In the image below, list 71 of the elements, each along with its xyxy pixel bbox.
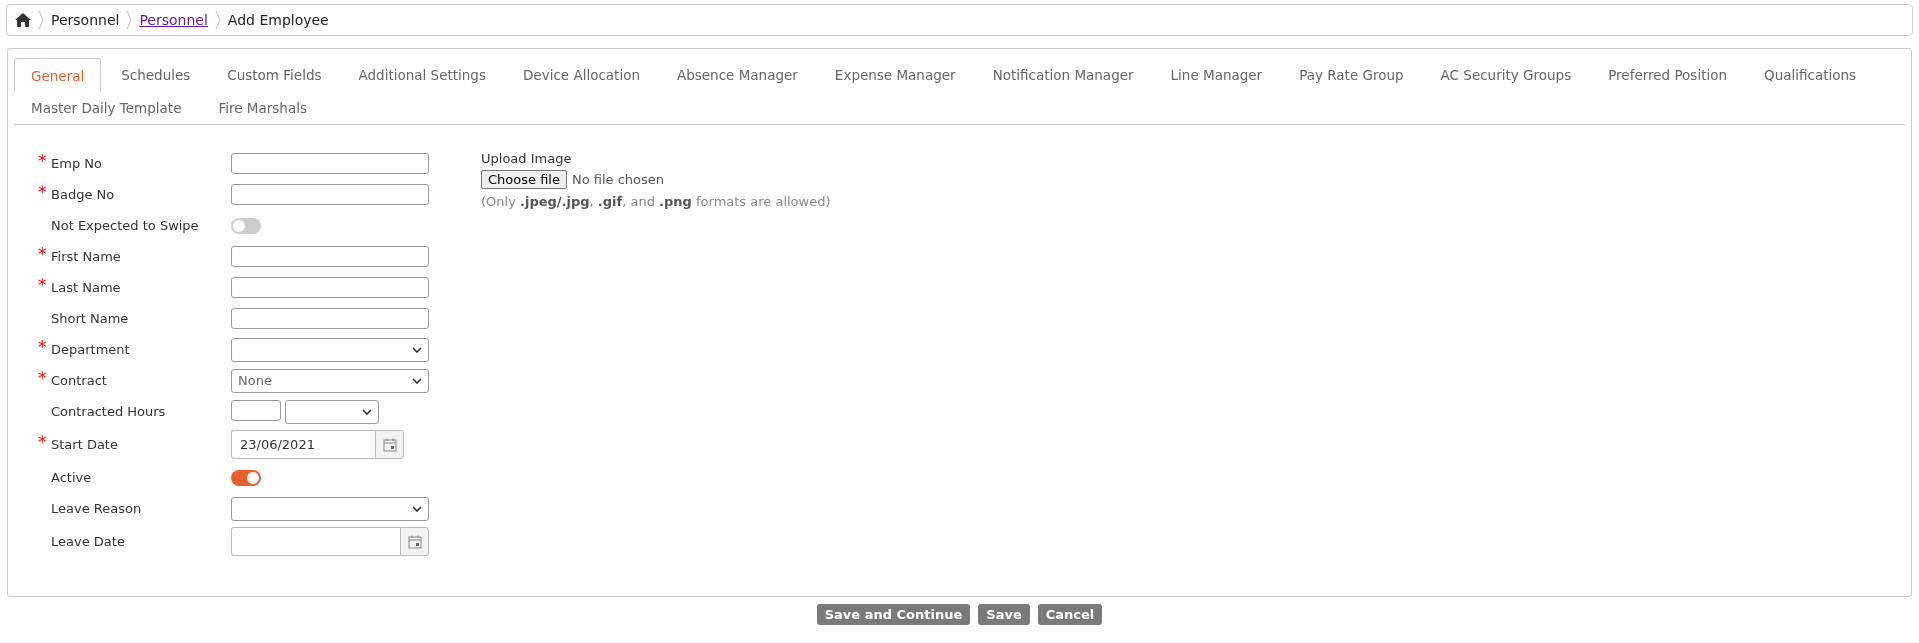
tab[interactable]: Absence Manager: [659, 58, 815, 91]
upload-label: Upload Image: [481, 151, 573, 166]
chevron-down-icon: [362, 408, 372, 415]
tab[interactable]: Custom Fields: [210, 58, 339, 91]
tab[interactable]: Qualifications: [1747, 58, 1874, 91]
field-label: Leave Date: [51, 534, 125, 549]
chevron-icon: [38, 10, 44, 30]
field-label: First Name: [51, 249, 121, 264]
required-asterisk: *: [38, 275, 47, 295]
tab[interactable]: Pay Rate Group: [1282, 58, 1421, 91]
choose-file-button[interactable]: Choose file: [481, 170, 567, 189]
calendar-button[interactable]: [400, 527, 429, 556]
field-label: Last Name: [51, 280, 121, 295]
dropdown-field[interactable]: [231, 496, 429, 521]
tab[interactable]: Master Daily Template: [14, 91, 199, 124]
text-field[interactable]: [231, 277, 429, 298]
chevron-icon: [214, 10, 221, 30]
action-button[interactable]: Cancel: [1037, 604, 1103, 625]
field-label: Contract: [51, 373, 107, 388]
field-label: Department: [51, 342, 130, 357]
required-asterisk: *: [38, 368, 47, 388]
action-button[interactable]: Save and Continue: [816, 604, 971, 625]
breadcrumb-item: Add Employee: [227, 12, 329, 28]
dropdown-field[interactable]: [231, 337, 429, 362]
home-icon[interactable]: [15, 13, 31, 27]
tab[interactable]: Fire Marshals: [201, 91, 324, 124]
toggle-switch[interactable]: [231, 469, 261, 486]
chevron-down-icon: [412, 377, 422, 384]
tab[interactable]: Expense Manager: [817, 58, 973, 91]
tab[interactable]: AC Security Groups: [1423, 58, 1589, 91]
calendar-icon: [407, 534, 422, 549]
calendar-icon: [382, 437, 397, 452]
chevron-down-icon: [412, 505, 422, 512]
tab[interactable]: Schedules: [104, 58, 208, 91]
tab[interactable]: Additional Settings: [341, 58, 503, 91]
tab[interactable]: Line Manager: [1153, 58, 1280, 91]
date-field[interactable]: 23/06/2021: [231, 430, 375, 459]
required-asterisk: *: [38, 244, 47, 264]
text-field[interactable]: [231, 246, 429, 267]
tab[interactable]: Device Allocation: [505, 58, 657, 91]
required-asterisk: *: [38, 182, 47, 202]
tab[interactable]: General: [14, 58, 102, 92]
field-label: Not Expected to Swipe: [51, 218, 199, 233]
tab[interactable]: Notification Manager: [975, 58, 1151, 91]
required-asterisk: *: [38, 337, 47, 357]
chevron-down-icon: [412, 346, 422, 353]
file-status: No file chosen: [571, 172, 665, 187]
chevron-icon: [126, 10, 133, 30]
text-field[interactable]: [231, 184, 429, 205]
field-label: Active: [51, 470, 92, 485]
breadcrumb-link[interactable]: Personnel: [139, 12, 208, 28]
field-label: Start Date: [51, 437, 118, 452]
tab[interactable]: Preferred Position: [1591, 58, 1744, 91]
date-field[interactable]: [231, 527, 400, 556]
breadcrumb-item: Personnel: [51, 12, 120, 28]
field-label: Leave Reason: [51, 501, 142, 516]
required-asterisk: *: [38, 151, 47, 171]
action-button[interactable]: Save: [978, 604, 1030, 625]
hours-field[interactable]: [231, 399, 281, 421]
dropdown-field[interactable]: [285, 399, 379, 424]
required-asterisk: *: [38, 432, 47, 452]
dropdown-field[interactable]: None: [231, 368, 429, 393]
calendar-button[interactable]: [375, 430, 404, 459]
format-note: (Only .jpeg/.jpg, .gif, and .png formats are allowed): [481, 194, 831, 209]
field-label: Badge No: [51, 187, 115, 202]
field-label: Emp No: [51, 156, 102, 171]
field-label: Contracted Hours: [51, 404, 166, 419]
toggle-switch[interactable]: [231, 217, 261, 234]
field-label: Short Name: [51, 311, 129, 326]
text-field[interactable]: [231, 308, 429, 329]
text-field[interactable]: [231, 153, 429, 174]
